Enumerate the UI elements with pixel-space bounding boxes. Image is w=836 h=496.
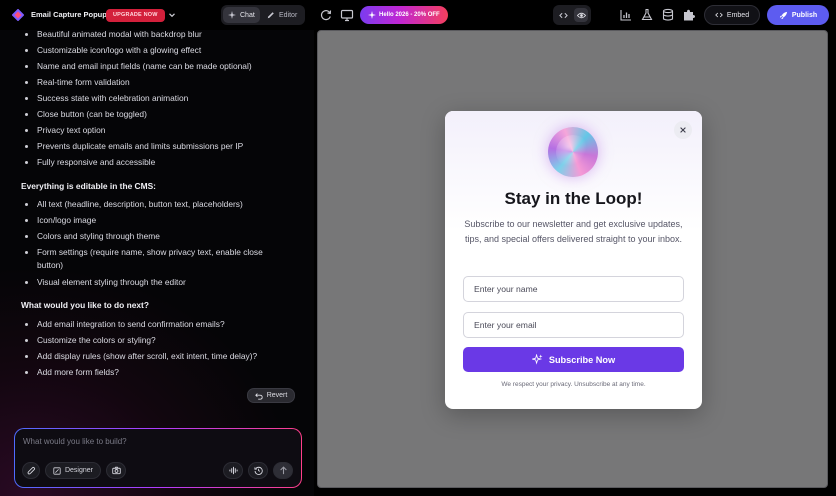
puzzle-icon[interactable] [682, 8, 696, 22]
eye-icon [576, 12, 586, 18]
pencil-icon [267, 12, 274, 19]
send-button[interactable] [273, 462, 293, 479]
chevron-down-icon[interactable] [167, 10, 177, 20]
waveform-icon [228, 466, 238, 475]
privacy-text: We respect your privacy. Unsubscribe at … [501, 381, 646, 388]
voice-button[interactable] [223, 462, 243, 479]
name-input[interactable]: Enter your name [463, 276, 684, 302]
promo-label: Hello 2026 - 20% OFF [379, 12, 440, 18]
close-icon [680, 127, 686, 133]
list-item: Fully responsive and accessible [25, 156, 282, 169]
refresh-icon[interactable] [319, 8, 333, 22]
close-button[interactable] [674, 121, 692, 139]
history-button[interactable] [248, 462, 268, 479]
promo-button[interactable]: Hello 2026 - 20% OFF [360, 6, 448, 24]
undo-icon [254, 392, 263, 400]
code-icon [715, 12, 723, 18]
list-item: Add display rules (show after scroll, ex… [25, 350, 282, 363]
embed-label: Embed [726, 11, 750, 19]
subscribe-label: Subscribe Now [548, 354, 616, 365]
list-item: Add email integration to send confirmati… [25, 318, 282, 331]
list-item: Add more form fields? [25, 366, 282, 379]
list-item: Customize the colors or styling? [25, 334, 282, 347]
sparkles-icon [531, 354, 543, 365]
screenshot-button[interactable] [106, 462, 126, 479]
email-input[interactable]: Enter your email [463, 312, 684, 338]
list-item: Privacy text option [25, 124, 282, 137]
tab-chat[interactable]: Chat [223, 7, 260, 23]
list-item: Name and email input fields (name can be… [25, 60, 282, 73]
preview-view-button[interactable] [574, 8, 588, 22]
section-heading: What would you like to do next? [21, 300, 149, 310]
logo-orb-icon [548, 127, 598, 177]
chat-messages: Beautiful animated modal with backdrop b… [0, 30, 314, 410]
analytics-icon[interactable] [619, 8, 633, 22]
upgrade-badge[interactable]: UPGRADE NOW [106, 9, 165, 22]
paperclip-icon [27, 466, 35, 475]
list-item: All text (headline, description, button … [25, 198, 282, 211]
list-item: Prevents duplicate emails and limits sub… [25, 140, 282, 153]
camera-icon [111, 466, 121, 475]
list-item: Colors and styling through theme [25, 230, 282, 243]
designer-button[interactable]: Designer [45, 462, 101, 479]
tab-chat-label: Chat [240, 11, 255, 19]
list-item: Customizable icon/logo with a glowing ef… [25, 44, 282, 57]
chat-composer[interactable]: What would you like to build? Designer [14, 428, 302, 488]
arrow-up-icon [279, 466, 287, 475]
list-item: Success state with celebration animation [25, 92, 282, 105]
code-icon [558, 12, 568, 18]
mode-switch: Chat Editor [221, 5, 305, 25]
flask-icon[interactable] [640, 8, 654, 22]
sparkle-icon [368, 11, 376, 19]
list-item: Close button (can be toggled) [25, 108, 282, 121]
list-item: Form settings (require name, show privac… [25, 246, 282, 272]
popup-description: Subscribe to our newsletter and get excl… [464, 219, 683, 244]
database-icon[interactable] [661, 8, 675, 22]
list-item: Visual element styling through the edito… [25, 276, 282, 289]
project-title[interactable]: Email Capture Popup [31, 10, 107, 19]
designer-icon [53, 466, 61, 475]
popup-title: Stay in the Loop! [504, 189, 643, 208]
sparkle-icon [228, 11, 236, 19]
rocket-icon [779, 11, 787, 19]
top-bar: Email Capture Popup UPGRADE NOW Chat Edi… [0, 0, 836, 30]
revert-label: Revert [266, 392, 288, 399]
chat-panel: Beautiful animated modal with backdrop b… [0, 30, 314, 496]
preview-pane: Stay in the Loop! Subscribe to our newsl… [317, 30, 828, 488]
desktop-icon[interactable] [340, 8, 354, 22]
revert-button[interactable]: Revert [247, 388, 295, 403]
attach-button[interactable] [22, 462, 40, 479]
publish-button[interactable]: Publish [767, 5, 829, 25]
subscribe-button[interactable]: Subscribe Now [463, 347, 684, 372]
publish-label: Publish [791, 11, 818, 19]
tab-editor-label: Editor [279, 11, 298, 19]
code-view-button[interactable] [556, 8, 570, 22]
designer-label: Designer [64, 467, 93, 474]
section-heading: Everything is editable in the CMS: [21, 181, 156, 191]
list-item: Beautiful animated modal with backdrop b… [25, 30, 282, 41]
tab-editor[interactable]: Editor [262, 7, 302, 23]
email-popup-modal: Stay in the Loop! Subscribe to our newsl… [445, 111, 702, 409]
list-item: Real-time form validation [25, 76, 282, 89]
composer-input[interactable]: What would you like to build? [23, 437, 127, 446]
list-item: Icon/logo image [25, 214, 282, 227]
history-icon [253, 466, 263, 475]
embed-button[interactable]: Embed [704, 5, 760, 25]
view-toggle [553, 5, 591, 25]
app-logo-icon[interactable] [12, 9, 24, 21]
